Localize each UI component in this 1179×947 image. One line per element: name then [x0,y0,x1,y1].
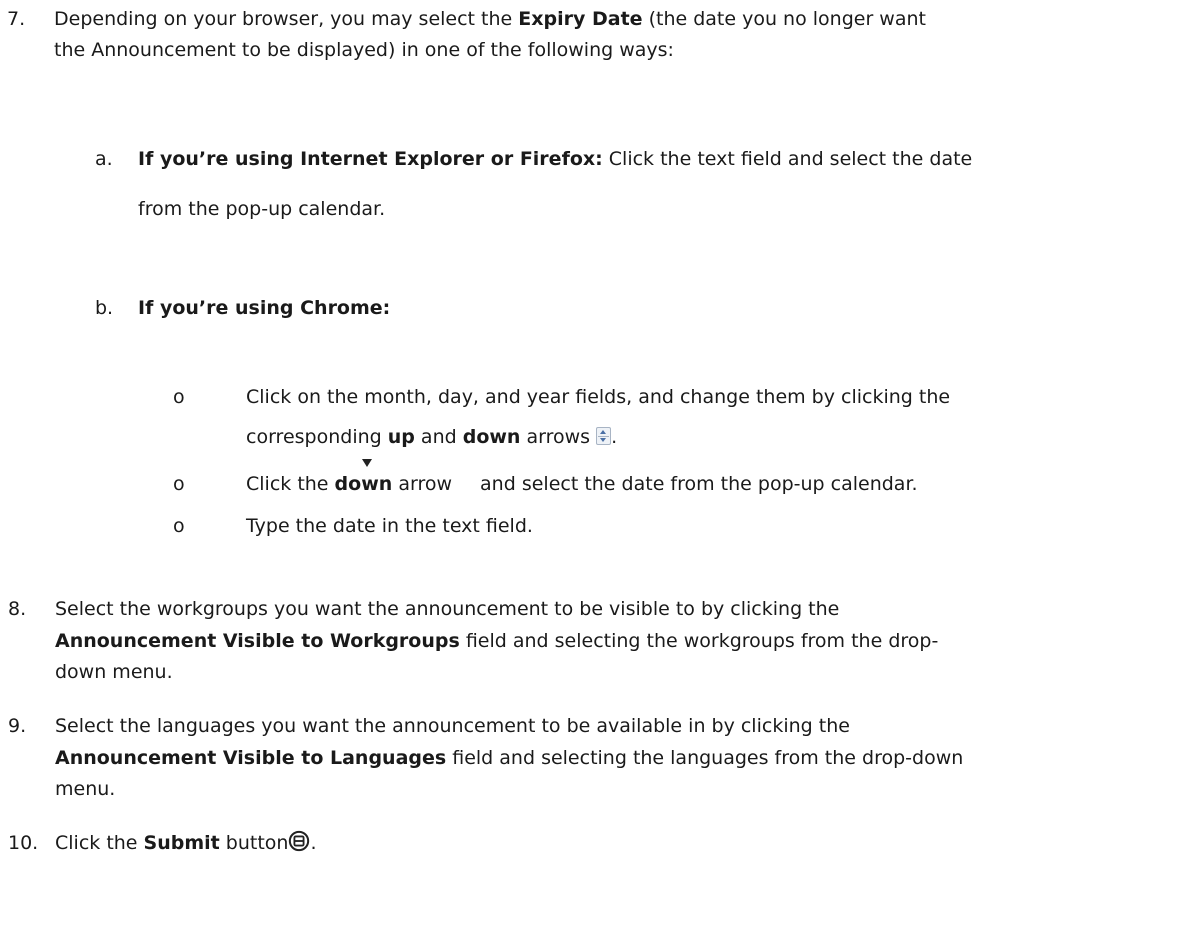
expiry-date-label: Expiry Date [518,8,643,30]
step-number: 9. [8,715,27,737]
substep-a-text-continued: from the pop-up calendar. [138,198,386,220]
step-text: Click the Submit button . [55,830,317,854]
bullet: o [173,473,185,495]
substep-letter: a. [95,148,113,170]
step-number: 10. [8,832,39,854]
step-text-continued: the Announcement to be displayed) in one… [54,39,674,61]
substep-b-text: If you’re using Chrome: [138,297,391,319]
bullet-text: Type the date in the text field. [246,515,533,537]
substep-letter: b. [95,297,114,319]
languages-field-label: Announcement Visible to Languages [55,747,447,769]
bullet: o [173,515,185,537]
step-number: 8. [8,598,27,620]
step-text-continued: menu. [55,778,116,800]
bullet-text-continued: corresponding up and down arrows . [246,426,618,448]
step-text-continued: Announcement Visible to Languages field … [55,747,964,769]
step-text-continued: down menu. [55,661,173,683]
step-number: 7. [7,8,26,30]
submit-label: Submit [143,832,220,854]
bullet-text: Click the down arrow and select the date… [246,473,918,495]
substep-a-text: If you’re using Internet Explorer or Fir… [138,148,973,170]
step-text-continued: Announcement Visible to Workgroups field… [55,630,939,652]
bullet-text: Click on the month, day, and year fields… [246,386,951,408]
up-down-spinner-icon [596,427,612,445]
submit-button-icon [289,830,310,852]
step-text: Depending on your browser, you may selec… [54,8,926,30]
step-text: Select the languages you want the announ… [55,715,850,737]
bullet: o [173,386,185,408]
dropdown-arrow-icon [362,459,372,467]
workgroups-field-label: Announcement Visible to Workgroups [55,630,460,652]
step-text: Select the workgroups you want the annou… [55,598,840,620]
